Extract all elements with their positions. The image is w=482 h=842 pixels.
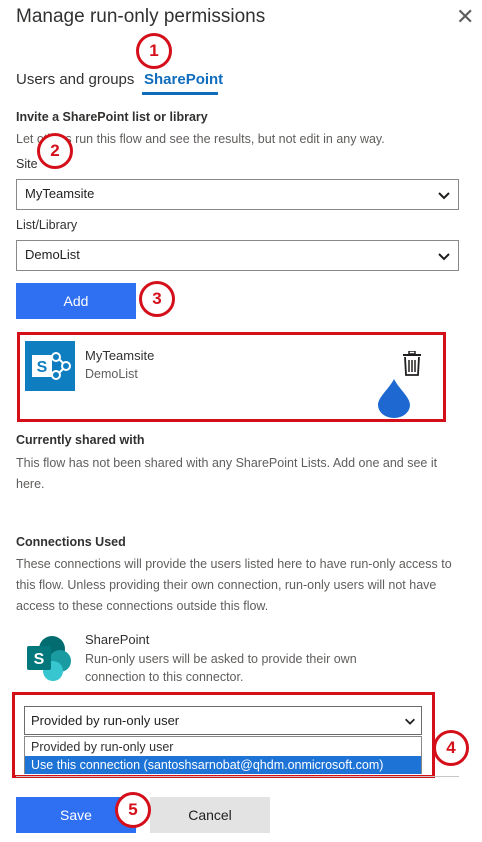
cursor-drop-icon: [378, 379, 410, 418]
connector-name: SharePoint: [85, 632, 150, 647]
annotation-badge-5: 5: [115, 792, 151, 828]
sharepoint-connector-icon: S: [24, 634, 74, 682]
option-use-this-connection[interactable]: Use this connection (santoshsarnobat@qhd…: [25, 756, 421, 774]
shared-item-card: S MyTeamsite DemoList: [17, 332, 446, 422]
site-select[interactable]: MyTeamsite: [16, 179, 459, 210]
list-select-value: DemoList: [25, 247, 80, 262]
list-label: List/Library: [16, 218, 78, 232]
connection-select[interactable]: Provided by run-only user: [24, 706, 422, 735]
chevron-down-icon: [438, 192, 450, 200]
tab-users-and-groups[interactable]: Users and groups: [16, 71, 134, 88]
connection-select-value: Provided by run-only user: [31, 713, 180, 728]
connections-text: These connections will provide the users…: [16, 557, 452, 613]
tab-sharepoint[interactable]: SharePoint: [144, 71, 223, 88]
shared-item-subtitle: DemoList: [85, 367, 138, 381]
annotation-badge-4: 4: [433, 730, 469, 766]
annotation-badge-1: 1: [136, 33, 172, 69]
sharepoint-site-icon: S: [25, 341, 75, 391]
footer-divider: [16, 776, 459, 777]
trash-icon[interactable]: [401, 351, 423, 377]
site-label: Site: [16, 157, 38, 171]
cancel-button[interactable]: Cancel: [150, 797, 270, 833]
active-tab-indicator: [142, 92, 218, 95]
annotation-badge-2: 2: [37, 133, 73, 169]
list-select[interactable]: DemoList: [16, 240, 459, 271]
site-select-value: MyTeamsite: [25, 186, 95, 201]
chevron-down-icon: [438, 253, 450, 261]
svg-text:S: S: [37, 359, 48, 376]
annotation-badge-3: 3: [139, 281, 175, 317]
close-icon[interactable]: ✕: [456, 4, 474, 30]
panel-title: Manage run-only permissions: [16, 6, 266, 27]
invite-heading: Invite a SharePoint list or library: [16, 110, 208, 124]
shared-item-title: MyTeamsite: [85, 348, 155, 363]
connector-description: Run-only users will be asked to provide …: [85, 652, 357, 684]
connections-heading: Connections Used: [16, 535, 126, 549]
option-provided-by-run-only-user[interactable]: Provided by run-only user: [25, 738, 421, 756]
currently-shared-text: This flow has not been shared with any S…: [16, 456, 438, 491]
connection-options-list: Provided by run-only user Use this conne…: [24, 736, 422, 774]
svg-text:S: S: [34, 651, 45, 668]
chevron-down-icon: [405, 718, 415, 725]
add-button[interactable]: Add: [16, 283, 136, 319]
currently-shared-heading: Currently shared with: [16, 433, 145, 447]
